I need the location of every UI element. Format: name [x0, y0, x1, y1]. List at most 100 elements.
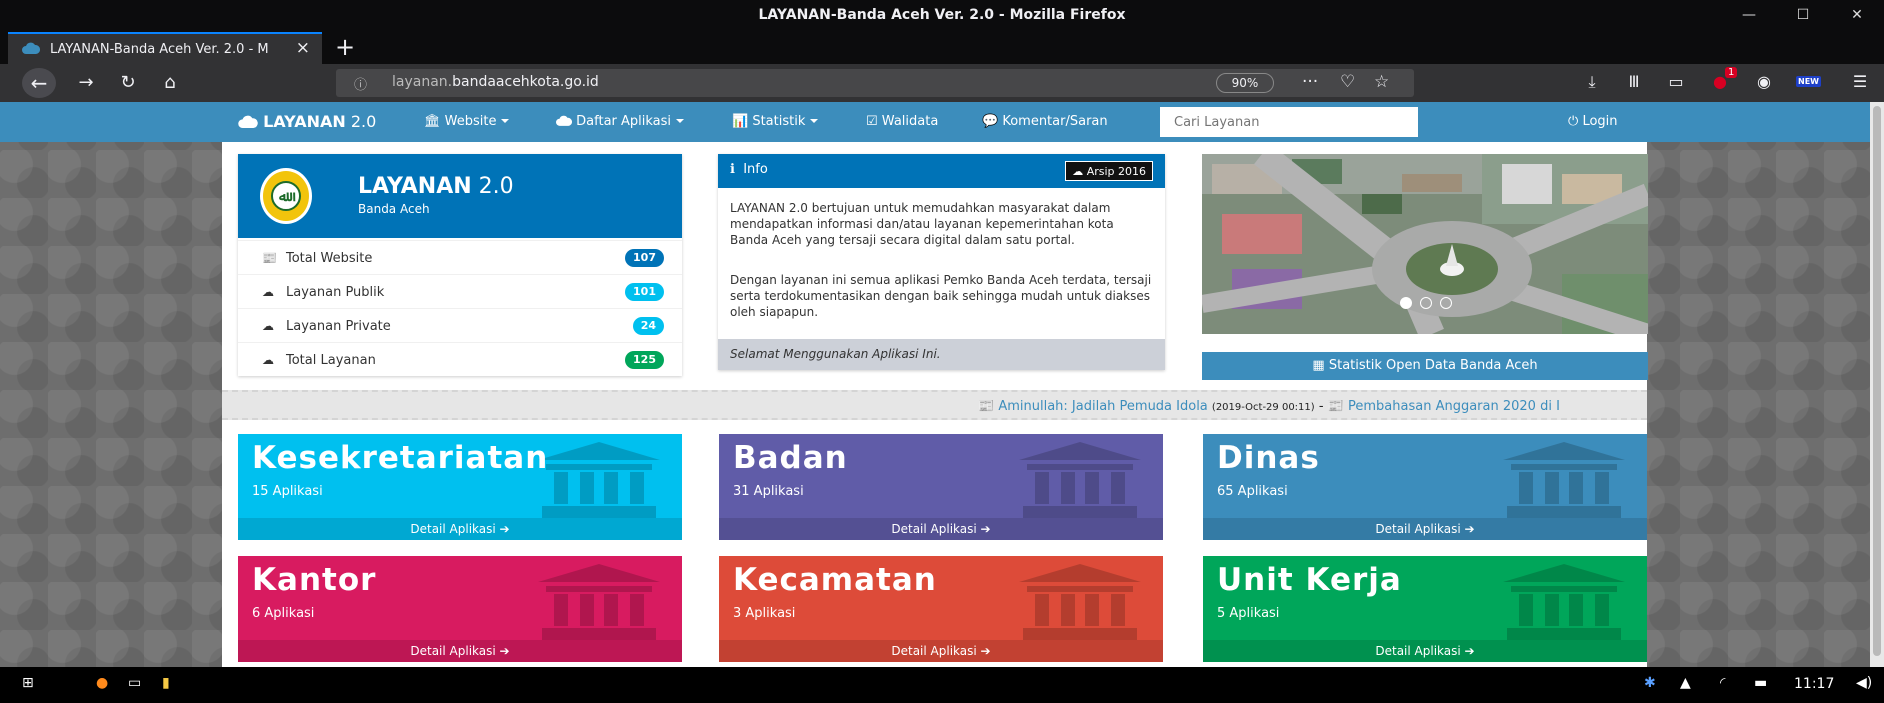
volume-icon[interactable]: ◀)	[1856, 675, 1872, 691]
menu-komentar-saran[interactable]: 💬 Komentar/Saran	[982, 114, 1108, 129]
arrow-circle-right-icon: ➔	[499, 522, 510, 536]
newspaper-icon: 📰	[262, 251, 277, 265]
detail-aplikasi-link[interactable]: Detail Aplikasi ➔	[1203, 640, 1647, 662]
window-titlebar: LAYANAN-Banda Aceh Ver. 2.0 - Mozilla Fi…	[0, 0, 1884, 30]
card-kesekretariatan[interactable]: Kesekretariatan 15 Aplikasi Detail Aplik…	[238, 434, 682, 540]
terminal-taskbar-icon[interactable]: ▭	[128, 675, 141, 691]
detail-aplikasi-link[interactable]: Detail Aplikasi ➔	[1203, 518, 1647, 540]
extension-icon[interactable]: ◉	[1752, 72, 1776, 91]
newspaper-icon: 📰	[978, 399, 995, 414]
download-icon[interactable]: ⤓	[1580, 72, 1604, 92]
detail-aplikasi-link[interactable]: Detail Aplikasi ➔	[719, 640, 1163, 662]
card-unit-kerja[interactable]: Unit Kerja 5 Aplikasi Detail Aplikasi ➔	[1203, 556, 1647, 662]
url-bar[interactable]: ⓘ layanan.bandaacehkota.go.id 90% ··· ♡ …	[336, 69, 1414, 97]
info-footer: Selamat Menggunakan Aplikasi Ini.	[718, 339, 1165, 370]
close-tab-icon[interactable]: ×	[296, 38, 310, 58]
home-button[interactable]: ⌂	[156, 71, 184, 95]
reload-button[interactable]: ↻	[114, 71, 142, 95]
close-window-icon[interactable]: ✕	[1834, 3, 1880, 27]
archive-2016-button[interactable]: ☁ Arsip 2016	[1065, 161, 1153, 181]
back-button[interactable]: ←	[22, 68, 56, 98]
profile-header: ﷲ LAYANAN 2.0 Banda Aceh	[238, 154, 682, 238]
stat-layanan-private[interactable]: ☁ Layanan Private 24	[238, 308, 682, 342]
stat-total-layanan[interactable]: ☁ Total Layanan 125	[238, 342, 682, 376]
site-info-icon[interactable]: ⓘ	[354, 74, 367, 93]
news-link-2[interactable]: Pembahasan Anggaran 2020 di I	[1348, 399, 1560, 414]
bookmark-star-icon[interactable]: ☆	[1374, 72, 1389, 92]
slider-dot-1[interactable]	[1400, 297, 1412, 309]
menu-website[interactable]: 🏛 Website	[424, 114, 510, 129]
bank-icon	[538, 442, 660, 518]
stat-total-website[interactable]: 📰 Total Website 107	[238, 240, 682, 274]
count-badge: 107	[625, 249, 664, 267]
cloud-download-icon: ☁	[262, 319, 274, 333]
profile-subtitle: Banda Aceh	[358, 202, 430, 216]
battery-icon[interactable]: ▬	[1754, 675, 1767, 691]
card-kantor[interactable]: Kantor 6 Aplikasi Detail Aplikasi ➔	[238, 556, 682, 662]
count-badge: 125	[625, 351, 664, 369]
stat-layanan-publik[interactable]: ☁ Layanan Publik 101	[238, 274, 682, 308]
page-actions-icon[interactable]: ···	[1302, 72, 1318, 92]
site-navbar: LAYANAN 2.0 🏛 Website Daftar Aplikasi 📊 …	[0, 102, 1870, 142]
menu-daftar-aplikasi[interactable]: Daftar Aplikasi	[556, 114, 685, 129]
bank-icon	[538, 564, 660, 640]
clock[interactable]: 11:17	[1794, 676, 1834, 692]
menu-walidata[interactable]: ☑ Walidata	[866, 114, 938, 129]
main-content: ﷲ LAYANAN 2.0 Banda Aceh 📰 Total Website…	[222, 142, 1648, 667]
bank-icon	[1019, 564, 1141, 640]
detail-aplikasi-link[interactable]: Detail Aplikasi ➔	[238, 640, 682, 662]
page-scrollbar[interactable]	[1870, 102, 1884, 667]
slider-dot-2[interactable]	[1420, 297, 1433, 309]
tab-bar: LAYANAN-Banda Aceh Ver. 2.0 - M × +	[0, 30, 1884, 64]
cloud-icon: ☁	[1072, 165, 1084, 178]
arrow-circle-right-icon: ➔	[1464, 644, 1475, 658]
hamburger-menu-icon[interactable]: ☰	[1848, 72, 1872, 91]
sidebar-icon[interactable]: ▭	[1664, 72, 1688, 91]
card-dinas[interactable]: Dinas 65 Aplikasi Detail Aplikasi ➔	[1203, 434, 1647, 540]
info-title: ℹ Info	[730, 162, 768, 177]
info-paragraph-1: LAYANAN 2.0 bertujuan untuk memudahkan m…	[730, 201, 1114, 247]
bluetooth-icon[interactable]: ✱	[1644, 675, 1656, 691]
web-page: LAYANAN 2.0 🏛 Website Daftar Aplikasi 📊 …	[0, 102, 1870, 667]
login-link[interactable]: ⏻ Login	[1568, 114, 1618, 129]
card-kecamatan[interactable]: Kecamatan 3 Aplikasi Detail Aplikasi ➔	[719, 556, 1163, 662]
image-slider[interactable]	[1202, 154, 1648, 334]
new-tab-button[interactable]: +	[330, 32, 360, 62]
bar-chart-icon: 📊	[732, 114, 749, 129]
slider-dot-3[interactable]	[1440, 297, 1453, 309]
forward-button[interactable]: →	[72, 71, 100, 95]
tab-title: LAYANAN-Banda Aceh Ver. 2.0 - M	[50, 42, 269, 57]
maximize-icon[interactable]: ☐	[1780, 3, 1826, 27]
newspaper-icon: 📰	[1327, 399, 1344, 414]
pocket-icon[interactable]: ♡	[1340, 72, 1355, 92]
scrollbar-thumb[interactable]	[1873, 106, 1881, 656]
news-date-1: (2019-Oct-29 00:11)	[1211, 402, 1315, 413]
user-tray-icon[interactable]: ▲	[1680, 675, 1691, 691]
menu-statistik[interactable]: 📊 Statistik	[732, 114, 819, 129]
browser-tab-layanan[interactable]: LAYANAN-Banda Aceh Ver. 2.0 - M ×	[8, 32, 322, 64]
arrow-circle-right-icon: ➔	[1464, 522, 1475, 536]
search-input[interactable]	[1160, 107, 1418, 137]
detail-aplikasi-link[interactable]: Detail Aplikasi ➔	[719, 518, 1163, 540]
firefox-taskbar-icon[interactable]: ●	[96, 675, 108, 691]
site-brand[interactable]: LAYANAN 2.0	[238, 112, 376, 131]
info-circle-icon: ℹ	[730, 162, 735, 177]
detail-aplikasi-link[interactable]: Detail Aplikasi ➔	[238, 518, 682, 540]
wifi-icon[interactable]: ◜	[1720, 675, 1725, 691]
cloud-upload-icon: ☁	[262, 285, 274, 299]
cloud-favicon-icon	[22, 42, 40, 54]
statistik-open-data-button[interactable]: ▦ Statistik Open Data Banda Aceh	[1202, 352, 1648, 380]
window-title: LAYANAN-Banda Aceh Ver. 2.0 - Mozilla Fi…	[758, 7, 1126, 23]
card-badan[interactable]: Badan 31 Aplikasi Detail Aplikasi ➔	[719, 434, 1163, 540]
zoom-level[interactable]: 90%	[1216, 73, 1274, 93]
new-extension-badge[interactable]: NEW	[1796, 76, 1821, 87]
library-icon[interactable]: Ⅲ	[1622, 72, 1646, 91]
bank-icon	[1019, 442, 1141, 518]
count-badge: 24	[632, 317, 664, 335]
url-text[interactable]: layanan.bandaacehkota.go.id	[392, 74, 599, 90]
files-taskbar-icon[interactable]: ▮	[162, 675, 170, 691]
news-link-1[interactable]: Aminullah: Jadilah Pemuda Idola	[998, 399, 1207, 414]
start-menu-icon[interactable]: ⊞	[22, 675, 34, 691]
arrow-circle-right-icon: ➔	[499, 644, 510, 658]
minimize-icon[interactable]: —	[1726, 3, 1772, 27]
